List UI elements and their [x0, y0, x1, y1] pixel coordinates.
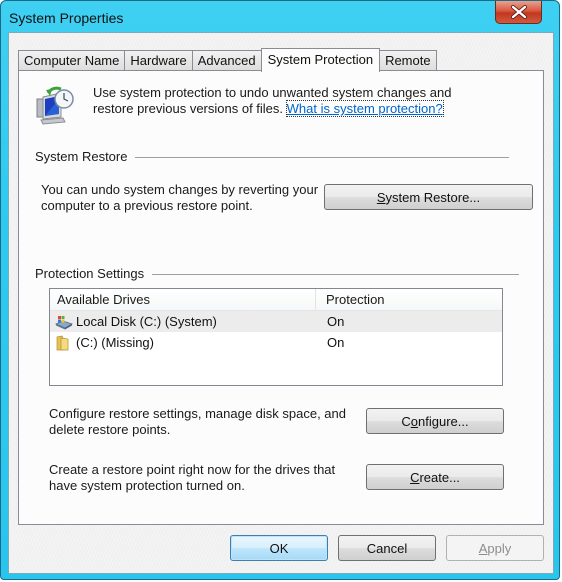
drive-name-cell: Local Disk (C:) (System) [50, 314, 316, 330]
configure-description: Configure restore settings, manage disk … [49, 406, 347, 437]
dialog-client-area: Computer Name Hardware Advanced System P… [8, 32, 554, 574]
window-title: System Properties [9, 10, 124, 26]
close-button[interactable] [495, 1, 542, 24]
drive-name-cell: (C:) (Missing) [50, 335, 316, 351]
drive-protection-status: On [327, 335, 345, 350]
configure-label-rest: nfigure... [418, 413, 469, 429]
column-header-protection[interactable]: Protection [316, 289, 502, 310]
system-restore-mnemonic: S [376, 189, 386, 205]
drive-protection-status: On [327, 314, 345, 329]
intro-text: Use system protection to undo unwanted s… [93, 85, 493, 117]
tab-remote[interactable]: Remote [379, 50, 437, 71]
drive-name: (C:) (Missing) [76, 335, 154, 350]
list-header: Available Drives Protection [50, 289, 502, 311]
available-drives-list[interactable]: Available Drives Protection Local Disk (… [49, 288, 503, 386]
drive-row[interactable]: (C:) (Missing) On [50, 332, 502, 353]
system-restore-icon [36, 86, 74, 125]
system-protection-panel: Use system protection to undo unwanted s… [18, 70, 544, 525]
close-icon [510, 5, 527, 19]
apply-mnemonic: A [478, 540, 488, 556]
system-restore-button[interactable]: System Restore... [324, 184, 533, 210]
protection-settings-group-label: Protection Settings [35, 266, 153, 281]
apply-button[interactable]: Apply [446, 535, 544, 561]
tab-hardware[interactable]: Hardware [124, 50, 193, 71]
system-restore-group-label: System Restore [35, 149, 136, 164]
drive-row[interactable]: Local Disk (C:) (System) On [50, 311, 502, 332]
tab-system-protection[interactable]: System Protection [260, 48, 381, 72]
configure-label-prefix: C [401, 413, 411, 429]
create-label-rest: reate... [419, 469, 460, 485]
system-drive-icon [55, 315, 73, 329]
tab-computer-name[interactable]: Computer Name [18, 50, 126, 71]
configure-mnemonic: o [410, 413, 419, 429]
system-restore-button-label: ystem Restore... [385, 189, 481, 205]
system-properties-window: System Properties Computer Name Hardware… [0, 0, 560, 580]
what-is-system-protection-link[interactable]: What is system protection? [285, 100, 444, 117]
drive-name: Local Disk (C:) (System) [76, 314, 217, 329]
configure-button[interactable]: Co nfigure... [366, 408, 504, 434]
tab-strip: Computer Name Hardware Advanced System P… [18, 47, 437, 72]
create-button[interactable]: Create... [366, 464, 504, 490]
tab-advanced[interactable]: Advanced [191, 50, 262, 71]
apply-label-rest: pply [487, 540, 512, 556]
column-header-available-drives[interactable]: Available Drives [50, 289, 316, 310]
create-mnemonic: C [410, 469, 420, 485]
ok-button[interactable]: OK [230, 535, 328, 561]
system-restore-description: You can undo system changes by reverting… [41, 182, 319, 213]
cancel-button[interactable]: Cancel [338, 535, 436, 561]
create-description: Create a restore point right now for the… [49, 462, 336, 493]
folder-icon [56, 335, 69, 350]
